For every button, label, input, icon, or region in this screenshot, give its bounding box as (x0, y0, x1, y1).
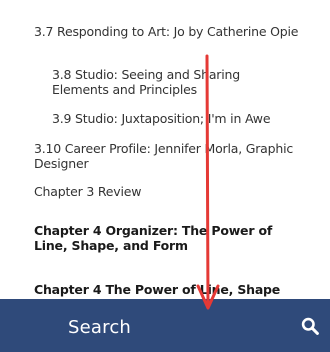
toc-item-chapter-4[interactable]: Chapter 4 The Power of Line, Shape (34, 282, 330, 297)
search-label: Search (68, 317, 132, 338)
table-of-contents: 3.7 Responding to Art: Jo by Catherine O… (0, 0, 330, 300)
search-icon[interactable] (301, 317, 319, 335)
toc-item-3-10[interactable]: 3.10 Career Profile: Jennifer Morla, Gra… (34, 141, 294, 171)
toc-item-3-7[interactable]: 3.7 Responding to Art: Jo by Catherine O… (34, 24, 304, 39)
toc-item-3-9[interactable]: 3.9 Studio: Juxtaposition; I'm in Awe (52, 111, 322, 126)
toc-item-3-8[interactable]: 3.8 Studio: Seeing and Sharing Elements … (52, 67, 282, 97)
toc-item-chapter-4-organizer[interactable]: Chapter 4 Organizer: The Power of Line, … (34, 223, 304, 253)
toc-item-chapter-3-review[interactable]: Chapter 3 Review (34, 184, 294, 199)
toc-panel: 3.7 Responding to Art: Jo by Catherine O… (0, 0, 330, 352)
search-button[interactable]: Search (0, 299, 330, 352)
